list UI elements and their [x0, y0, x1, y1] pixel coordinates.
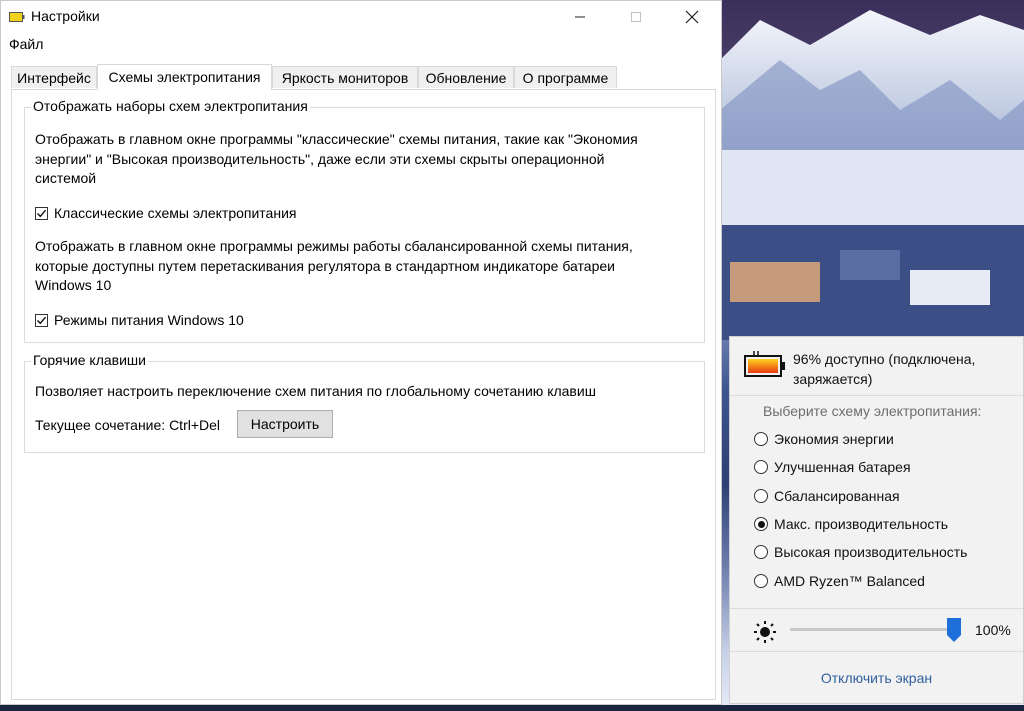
classic-description-line: системой	[35, 170, 97, 186]
classic-schemes-checkbox[interactable]: Классические схемы электропитания	[35, 205, 296, 221]
tab-interface[interactable]: Интерфейс	[11, 66, 97, 88]
turn-off-screen-link[interactable]: Отключить экран	[730, 670, 1023, 686]
settings-window: Настройки Файл Интерфейс Схемы электропи…	[0, 0, 722, 705]
power-schemes-panel: Отображать наборы схем электропитания От…	[11, 89, 716, 700]
battery-status-line: заряжается)	[793, 371, 873, 387]
tab-update[interactable]: Обновление	[418, 66, 514, 88]
schemes-group-title: Отображать наборы схем электропитания	[31, 98, 310, 114]
checkbox-box[interactable]	[35, 313, 48, 327]
scheme-label: Макс. производительность	[774, 516, 949, 532]
close-button[interactable]	[669, 1, 715, 33]
checkbox-box[interactable]	[35, 206, 48, 220]
modes-description-line: которые доступны путем перетаскивания ре…	[35, 257, 615, 274]
classic-description-line: энергии" и "Высокая производительность",…	[35, 150, 605, 167]
minimize-button[interactable]	[557, 1, 603, 33]
battery-status-text: 96% доступно (подключена, заряжается)	[793, 349, 975, 389]
scheme-power-saver[interactable]: Экономия энергии	[754, 431, 894, 447]
scheme-label: Высокая производительность	[774, 544, 968, 560]
radio-button[interactable]	[754, 460, 768, 474]
tab-power-schemes[interactable]: Схемы электропитания	[97, 64, 272, 90]
brightness-value: 100%	[975, 622, 1011, 638]
battery-status: 96% доступно (подключена, заряжается)	[730, 337, 1023, 397]
checkmark-icon	[37, 316, 47, 324]
separator	[730, 651, 1023, 652]
win10-modes-label: Режимы питания Windows 10	[54, 312, 244, 328]
brightness-slider-track[interactable]	[790, 628, 955, 631]
scheme-high-performance[interactable]: Высокая производительность	[754, 544, 967, 560]
scheme-label: Сбалансированная	[774, 488, 900, 504]
checkmark-icon	[37, 209, 47, 217]
battery-status-line: 96% доступно (подключена,	[793, 351, 976, 367]
window-title: Настройки	[31, 8, 100, 24]
tab-about[interactable]: О программе	[514, 66, 617, 88]
title-bar[interactable]: Настройки	[1, 1, 721, 33]
hotkeys-group: Горячие клавиши Позволяет настроить пере…	[24, 352, 705, 453]
minimize-icon	[575, 16, 585, 18]
battery-charging-icon	[744, 351, 785, 377]
scheme-max-performance[interactable]: Макс. производительность	[754, 516, 948, 532]
maximize-icon	[631, 12, 641, 22]
modes-description-line: Отображать в главном окне программы режи…	[35, 238, 633, 254]
radio-dot-icon	[757, 520, 765, 528]
modes-description: Отображать в главном окне программы режи…	[35, 237, 633, 296]
schemes-group: Отображать наборы схем электропитания От…	[24, 98, 705, 343]
separator	[730, 395, 1023, 396]
scheme-amd-ryzen-balanced[interactable]: AMD Ryzen™ Balanced	[754, 573, 925, 589]
scheme-label: Экономия энергии	[774, 431, 894, 447]
radio-button[interactable]	[754, 489, 768, 503]
win10-modes-checkbox[interactable]: Режимы питания Windows 10	[35, 312, 244, 328]
radio-button[interactable]	[754, 545, 768, 559]
mountain-image	[720, 0, 1024, 340]
tab-monitor-brightness[interactable]: Яркость мониторов	[272, 66, 418, 88]
radio-button[interactable]	[754, 432, 768, 446]
configure-hotkey-button[interactable]: Настроить	[237, 410, 333, 438]
modes-description-line: Windows 10	[35, 277, 112, 293]
power-flyout: 96% доступно (подключена, заряжается) Вы…	[729, 336, 1024, 704]
scheme-balanced[interactable]: Сбалансированная	[754, 488, 900, 504]
scheme-better-battery[interactable]: Улучшенная батарея	[754, 459, 911, 475]
scheme-label: Улучшенная батарея	[774, 459, 911, 475]
close-icon	[685, 10, 699, 24]
classic-description-line: Отображать в главном окне программы "кла…	[35, 131, 638, 147]
taskbar	[0, 705, 1024, 711]
classic-description: Отображать в главном окне программы "кла…	[35, 130, 638, 189]
classic-schemes-label: Классические схемы электропитания	[54, 205, 297, 221]
maximize-button[interactable]	[613, 1, 659, 33]
radio-button[interactable]	[754, 574, 768, 588]
scheme-label: AMD Ryzen™ Balanced	[774, 573, 925, 589]
hotkeys-group-title: Горячие клавиши	[31, 352, 148, 368]
battery-app-icon	[9, 12, 25, 22]
menu-file[interactable]: Файл	[9, 36, 43, 52]
hotkeys-description: Позволяет настроить переключение схем пи…	[35, 383, 596, 399]
current-hotkey: Текущее сочетание: Ctrl+Del	[35, 417, 221, 433]
radio-button-selected[interactable]	[754, 517, 768, 531]
brightness-sun-icon	[754, 621, 776, 643]
brightness-slider-thumb[interactable]	[947, 618, 961, 642]
separator	[730, 608, 1023, 609]
scheme-prompt: Выберите схему электропитания:	[763, 403, 982, 419]
